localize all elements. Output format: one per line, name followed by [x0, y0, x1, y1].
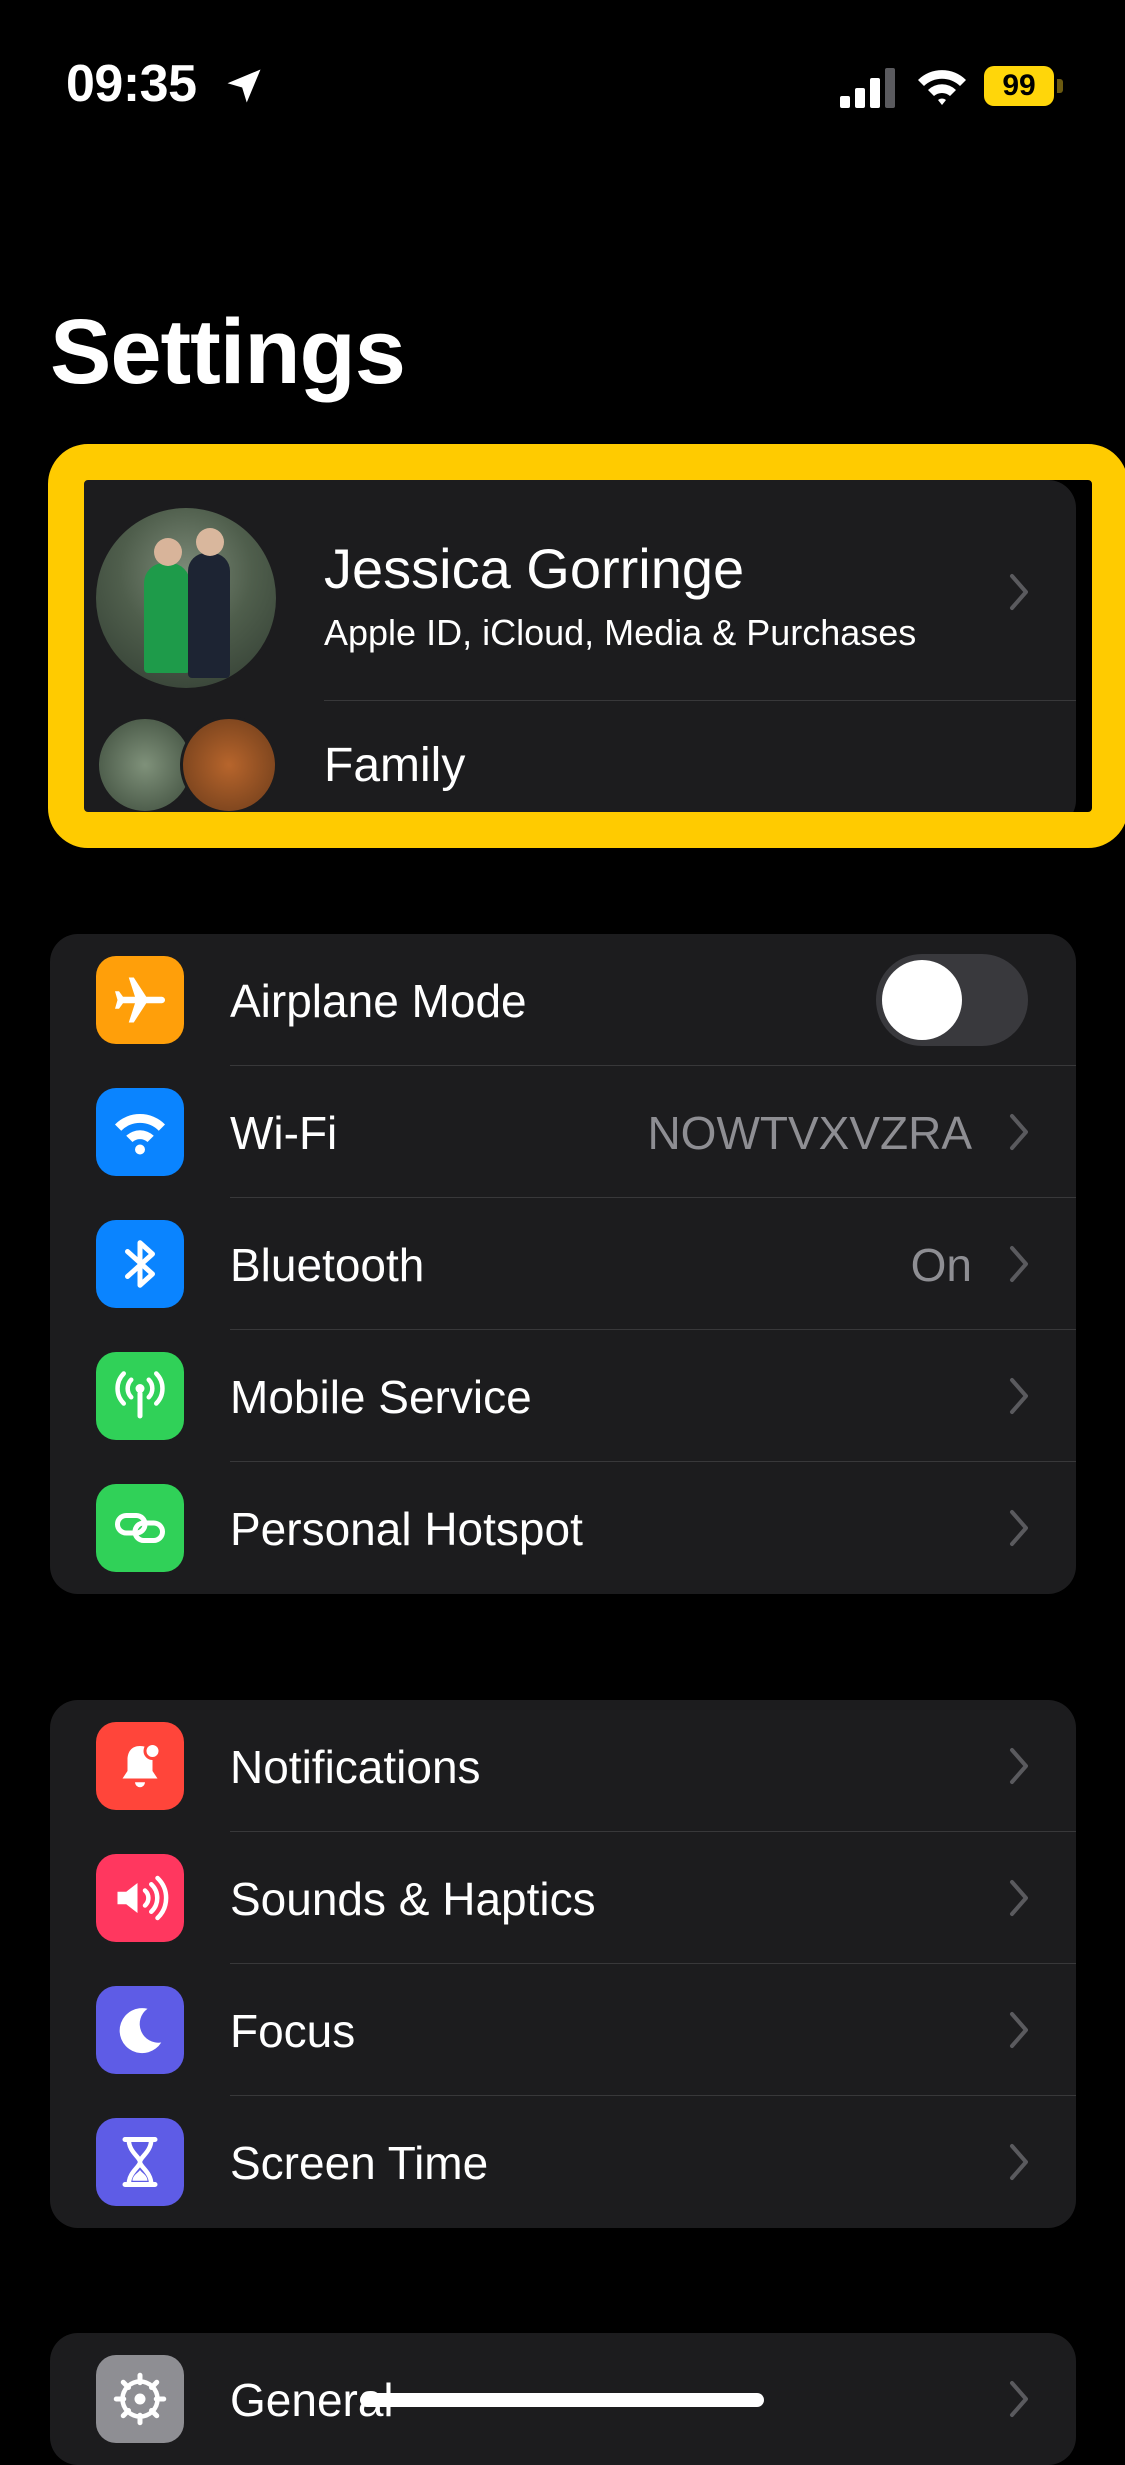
home-indicator[interactable] [360, 2393, 764, 2407]
focus-label: Focus [230, 2005, 356, 2057]
chevron-right-icon [1010, 1880, 1028, 1916]
toggle-knob [882, 960, 962, 1040]
mobile-service-row[interactable]: Mobile Service [50, 1330, 1076, 1462]
family-label: Family [324, 739, 466, 792]
wifi-row[interactable]: Wi-Fi NOWTVXVZRA [50, 1066, 1076, 1198]
chevron-right-icon [1010, 2144, 1028, 2180]
airplane-icon [96, 956, 184, 1044]
battery-indicator: 99 [984, 66, 1064, 106]
family-avatars [96, 716, 296, 816]
profile-subtitle: Apple ID, iCloud, Media & Purchases [324, 612, 917, 653]
wifi-status-icon [918, 70, 966, 105]
chevron-right-icon [1010, 1246, 1028, 1282]
battery-level: 99 [984, 66, 1054, 106]
airplane-mode-toggle[interactable] [876, 954, 1028, 1046]
chevron-right-icon [1010, 1378, 1028, 1414]
profile-group: Jessica Gorringe Apple ID, iCloud, Media… [50, 480, 1076, 828]
status-time: 09:35 [66, 55, 197, 113]
sounds-haptics-row[interactable]: Sounds & Haptics [50, 1832, 1076, 1964]
screen-time-label: Screen Time [230, 2137, 489, 2189]
profile-avatar [96, 508, 276, 688]
moon-icon [96, 1986, 184, 2074]
chevron-right-icon [1010, 1748, 1028, 1784]
battery-cap [1057, 79, 1063, 93]
family-row[interactable]: Family [50, 701, 1076, 828]
family-member-avatar [180, 716, 278, 814]
notifications-label: Notifications [230, 1741, 481, 1793]
connectivity-group: Airplane Mode Wi-Fi NOWTVXVZRA Bluetooth… [50, 934, 1076, 1594]
personal-hotspot-label: Personal Hotspot [230, 1503, 583, 1555]
mobile-service-label: Mobile Service [230, 1371, 532, 1423]
page-title: Settings [50, 301, 406, 403]
hotspot-link-icon [96, 1484, 184, 1572]
bluetooth-status: On [910, 1239, 972, 1291]
chevron-right-icon [1010, 2381, 1028, 2417]
antenna-icon [96, 1352, 184, 1440]
focus-row[interactable]: Focus [50, 1964, 1076, 2096]
airplane-mode-row: Airplane Mode [50, 934, 1076, 1066]
screen-time-row[interactable]: Screen Time [50, 2096, 1076, 2228]
hourglass-icon [96, 2118, 184, 2206]
notifications-row[interactable]: Notifications [50, 1700, 1076, 1832]
status-bar: 09:35 99 [0, 0, 1125, 170]
location-arrow-icon [227, 69, 261, 103]
bluetooth-icon [96, 1220, 184, 1308]
profile-name: Jessica Gorringe [324, 537, 745, 600]
speaker-icon [96, 1854, 184, 1942]
airplane-mode-label: Airplane Mode [230, 975, 527, 1027]
wifi-icon [96, 1088, 184, 1176]
bluetooth-label: Bluetooth [230, 1239, 425, 1291]
personal-hotspot-row[interactable]: Personal Hotspot [50, 1462, 1076, 1594]
bluetooth-row[interactable]: Bluetooth On [50, 1198, 1076, 1330]
apple-id-row[interactable]: Jessica Gorringe Apple ID, iCloud, Media… [50, 480, 1076, 700]
sounds-haptics-label: Sounds & Haptics [230, 1873, 596, 1925]
chevron-right-icon [1010, 2012, 1028, 2048]
chevron-right-icon [1010, 1114, 1028, 1150]
cellular-signal-icon [840, 68, 895, 108]
bell-icon [96, 1722, 184, 1810]
gear-icon [96, 2355, 184, 2443]
wifi-network-name: NOWTVXVZRA [647, 1107, 972, 1159]
wifi-label: Wi-Fi [230, 1107, 338, 1159]
chevron-right-icon [1010, 574, 1028, 610]
notifications-group: Notifications Sounds & Haptics Focus Scr… [50, 1700, 1076, 2228]
chevron-right-icon [1010, 1510, 1028, 1546]
